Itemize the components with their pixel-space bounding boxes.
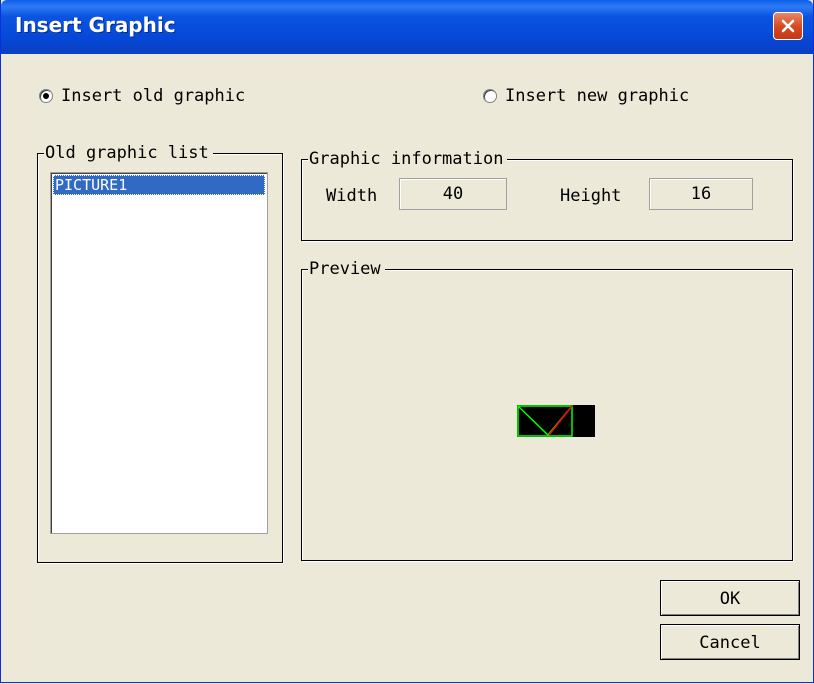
old-graphic-listbox[interactable]: PICTURE1 (50, 172, 268, 534)
list-item[interactable]: PICTURE1 (53, 175, 265, 195)
window-title: Insert Graphic (15, 13, 176, 37)
preview-graphic-image (517, 405, 595, 437)
height-field: 16 (649, 178, 753, 210)
graphic-information-title: Graphic information (308, 149, 508, 169)
preview-title: Preview (308, 259, 385, 279)
height-label: Height (560, 186, 622, 206)
insert-new-option[interactable]: Insert new graphic (483, 86, 689, 106)
close-button[interactable] (773, 12, 803, 40)
preview-group: Preview (301, 259, 793, 561)
old-graphic-list-group: Old graphic list PICTURE1 (37, 143, 283, 563)
cancel-button[interactable]: Cancel (660, 624, 800, 660)
graphic-information-group: Graphic information Width 40 Height 16 (301, 149, 793, 241)
insert-old-radio[interactable] (39, 89, 53, 103)
insert-new-radio[interactable] (483, 89, 497, 103)
old-graphic-list-title: Old graphic list (44, 143, 213, 163)
insert-old-label: Insert old graphic (61, 86, 246, 106)
width-label: Width (326, 186, 378, 206)
insert-graphic-dialog: Insert Graphic Insert old graphic Insert… (0, 0, 814, 683)
width-field: 40 (399, 178, 507, 210)
title-bar[interactable]: Insert Graphic (1, 0, 813, 54)
insert-new-label: Insert new graphic (505, 86, 690, 106)
close-icon (781, 19, 795, 33)
insert-old-option[interactable]: Insert old graphic (39, 86, 245, 106)
ok-button[interactable]: OK (660, 580, 800, 616)
